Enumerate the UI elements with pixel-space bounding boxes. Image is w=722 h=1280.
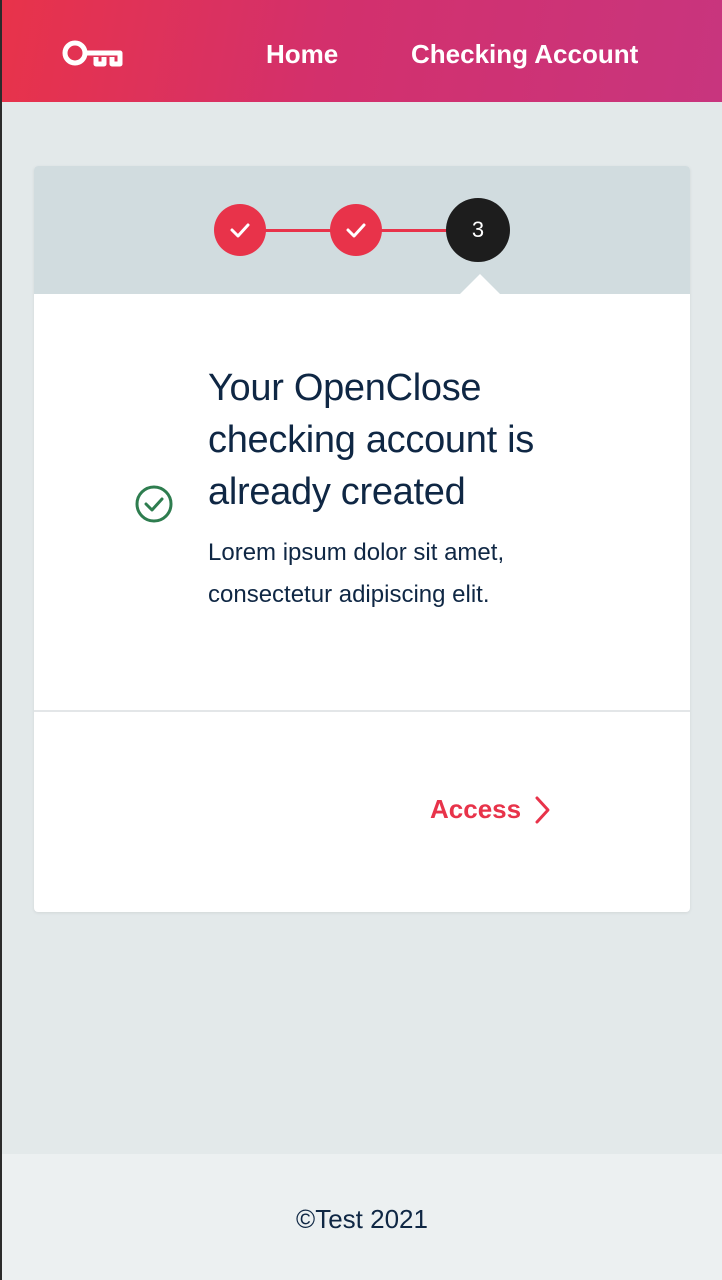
check-circle-icon xyxy=(135,485,173,523)
account-status-card: 3 Your OpenClose checking account is alr… xyxy=(34,166,690,912)
page-footer: ©Test 2021 xyxy=(2,1154,722,1280)
step-1-completed xyxy=(214,204,266,256)
top-nav-bar: Home Checking Account xyxy=(2,0,722,102)
copyright-text: ©Test 2021 xyxy=(296,1204,428,1234)
access-button[interactable]: Access xyxy=(430,794,551,825)
logo-icon[interactable] xyxy=(62,38,126,68)
nav-home-link[interactable]: Home xyxy=(266,39,338,70)
step-2-completed xyxy=(330,204,382,256)
check-icon xyxy=(346,223,366,238)
chevron-right-icon xyxy=(535,796,550,823)
stepper: 3 xyxy=(34,166,690,294)
access-label: Access xyxy=(430,794,522,824)
check-icon xyxy=(230,223,250,238)
nav-checking-account-link[interactable]: Checking Account xyxy=(411,39,638,70)
stepper-pointer xyxy=(460,274,500,294)
status-description: Lorem ipsum dolor sit amet, consectetur … xyxy=(208,539,505,608)
step-3-current: 3 xyxy=(446,198,510,262)
status-title: Your OpenClose checking account is alrea… xyxy=(208,367,534,513)
card-divider xyxy=(34,710,690,712)
